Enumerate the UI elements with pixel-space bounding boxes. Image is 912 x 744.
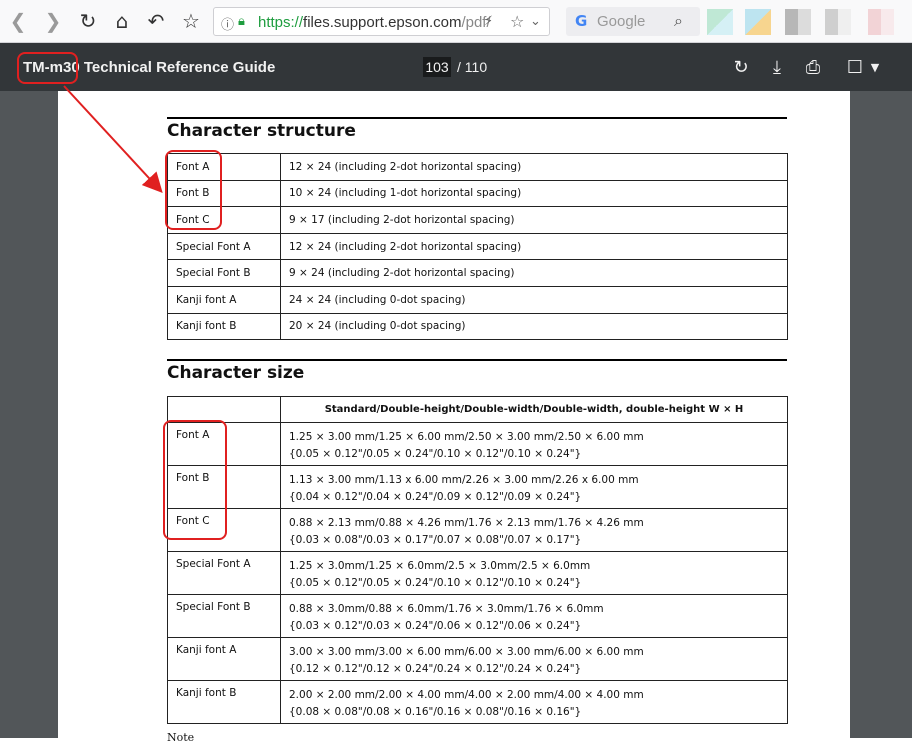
annotation-arrow bbox=[63, 85, 163, 193]
